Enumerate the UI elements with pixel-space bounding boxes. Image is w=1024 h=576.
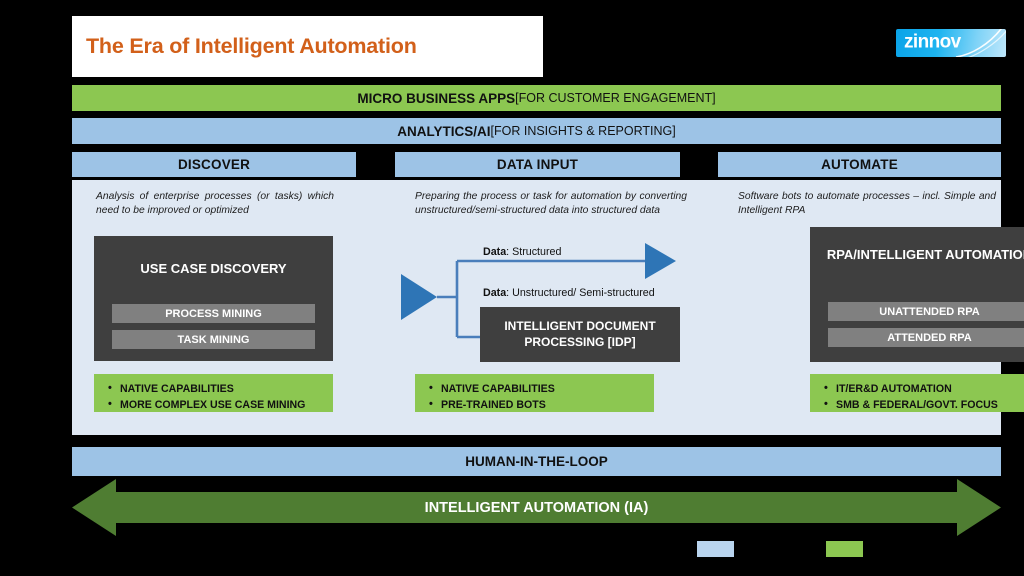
main-panel: Analysis of enterprise processes (or tas… <box>72 180 1024 435</box>
double-arrow-icon <box>72 479 1001 536</box>
discover-capabilities-box: NATIVE CAPABILITIES MORE COMPLEX USE CAS… <box>94 374 333 414</box>
data-input-capabilities-list: NATIVE CAPABILITIES PRE-TRAINED BOTS <box>427 380 644 414</box>
task-mining-bar: TASK MINING <box>112 330 315 349</box>
slide-canvas: The Era of Intelligent Automation zinnov… <box>0 0 1024 576</box>
automate-description: Software bots to automate processes – in… <box>738 191 996 217</box>
list-item: PRE-TRAINED BOTS <box>427 396 644 413</box>
discover-description: Analysis of enterprise processes (or tas… <box>96 191 334 217</box>
zinnov-logo: zinnov <box>896 29 1006 57</box>
list-item: MORE COMPLEX USE CASE MINING <box>106 396 323 413</box>
label-data-unstructured-strong: Data <box>483 287 507 299</box>
banner-human-in-the-loop: HUMAN-IN-THE-LOOP <box>72 447 1001 476</box>
column-header-discover: DISCOVER <box>72 152 356 177</box>
banner-apps-strong: MICRO BUSINESS APPS <box>357 90 516 106</box>
page-title: The Era of Intelligent Automation <box>86 34 417 58</box>
label-data-structured-rest: : Structured <box>506 246 562 258</box>
automate-capabilities-box: IT/ER&D AUTOMATION SMB & FEDERAL/GOVT. F… <box>810 374 1024 414</box>
idp-box: INTELLIGENT DOCUMENT PROCESSING [IDP] <box>480 307 680 362</box>
input-arrow-icon <box>401 274 437 320</box>
automate-capabilities-list: IT/ER&D AUTOMATION SMB & FEDERAL/GOVT. F… <box>822 380 1024 414</box>
banner-ai-light: [FOR INSIGHTS & REPORTING] <box>490 124 676 138</box>
banner-analytics-ai: ANALYTICS/AI [FOR INSIGHTS & REPORTING] <box>72 118 1001 144</box>
list-item: NATIVE CAPABILITIES <box>427 380 644 397</box>
discover-capabilities-list: NATIVE CAPABILITIES MORE COMPLEX USE CAS… <box>106 380 323 414</box>
list-item: IT/ER&D AUTOMATION <box>822 380 1024 397</box>
legend-swatch-blue <box>697 541 734 557</box>
unattended-rpa-bar: UNATTENDED RPA <box>828 302 1024 321</box>
banner-micro-business-apps: MICRO BUSINESS APPS [FOR CUSTOMER ENGAGE… <box>72 85 1001 111</box>
column-header-data-input: DATA INPUT <box>395 152 680 177</box>
column-header-automate: AUTOMATE <box>718 152 1001 177</box>
idp-title: INTELLIGENT DOCUMENT PROCESSING [IDP] <box>504 319 656 349</box>
list-item: SMB & FEDERAL/GOVT. FOCUS <box>822 396 1024 413</box>
structured-output-arrow-icon <box>645 243 676 279</box>
label-data-structured-strong: Data <box>483 246 507 258</box>
legend-swatch-green <box>826 541 863 557</box>
column-discover: Analysis of enterprise processes (or tas… <box>72 180 356 435</box>
label-data-structured: Data: Structured <box>483 246 561 258</box>
rpa-automation-box: RPA/INTELLIGENT AUTOMATION UNATTENDED RP… <box>810 227 1024 362</box>
use-case-discovery-box: USE CASE DISCOVERY PROCESS MINING TASK M… <box>94 236 333 361</box>
intelligent-automation-arrow: INTELLIGENT AUTOMATION (IA) <box>72 479 1001 536</box>
banner-ai-strong: ANALYTICS/AI <box>397 123 491 139</box>
rpa-automation-title: RPA/INTELLIGENT AUTOMATION <box>826 247 1024 262</box>
banner-apps-light: [FOR CUSTOMER ENGAGEMENT] <box>515 91 716 105</box>
process-mining-bar: PROCESS MINING <box>112 304 315 323</box>
label-data-unstructured: Data: Unstructured/ Semi-structured <box>483 287 655 299</box>
column-data-input: Preparing the process or task for automa… <box>395 180 687 435</box>
label-data-unstructured-rest: : Unstructured/ Semi-structured <box>506 287 655 299</box>
use-case-discovery-title: USE CASE DISCOVERY <box>140 261 287 276</box>
column-automate: Software bots to automate processes – in… <box>718 180 1024 435</box>
logo-text: zinnov <box>904 31 961 53</box>
title-card: The Era of Intelligent Automation <box>72 16 543 77</box>
list-item: NATIVE CAPABILITIES <box>106 380 323 397</box>
attended-rpa-bar: ATTENDED RPA <box>828 328 1024 347</box>
data-input-capabilities-box: NATIVE CAPABILITIES PRE-TRAINED BOTS <box>415 374 654 414</box>
